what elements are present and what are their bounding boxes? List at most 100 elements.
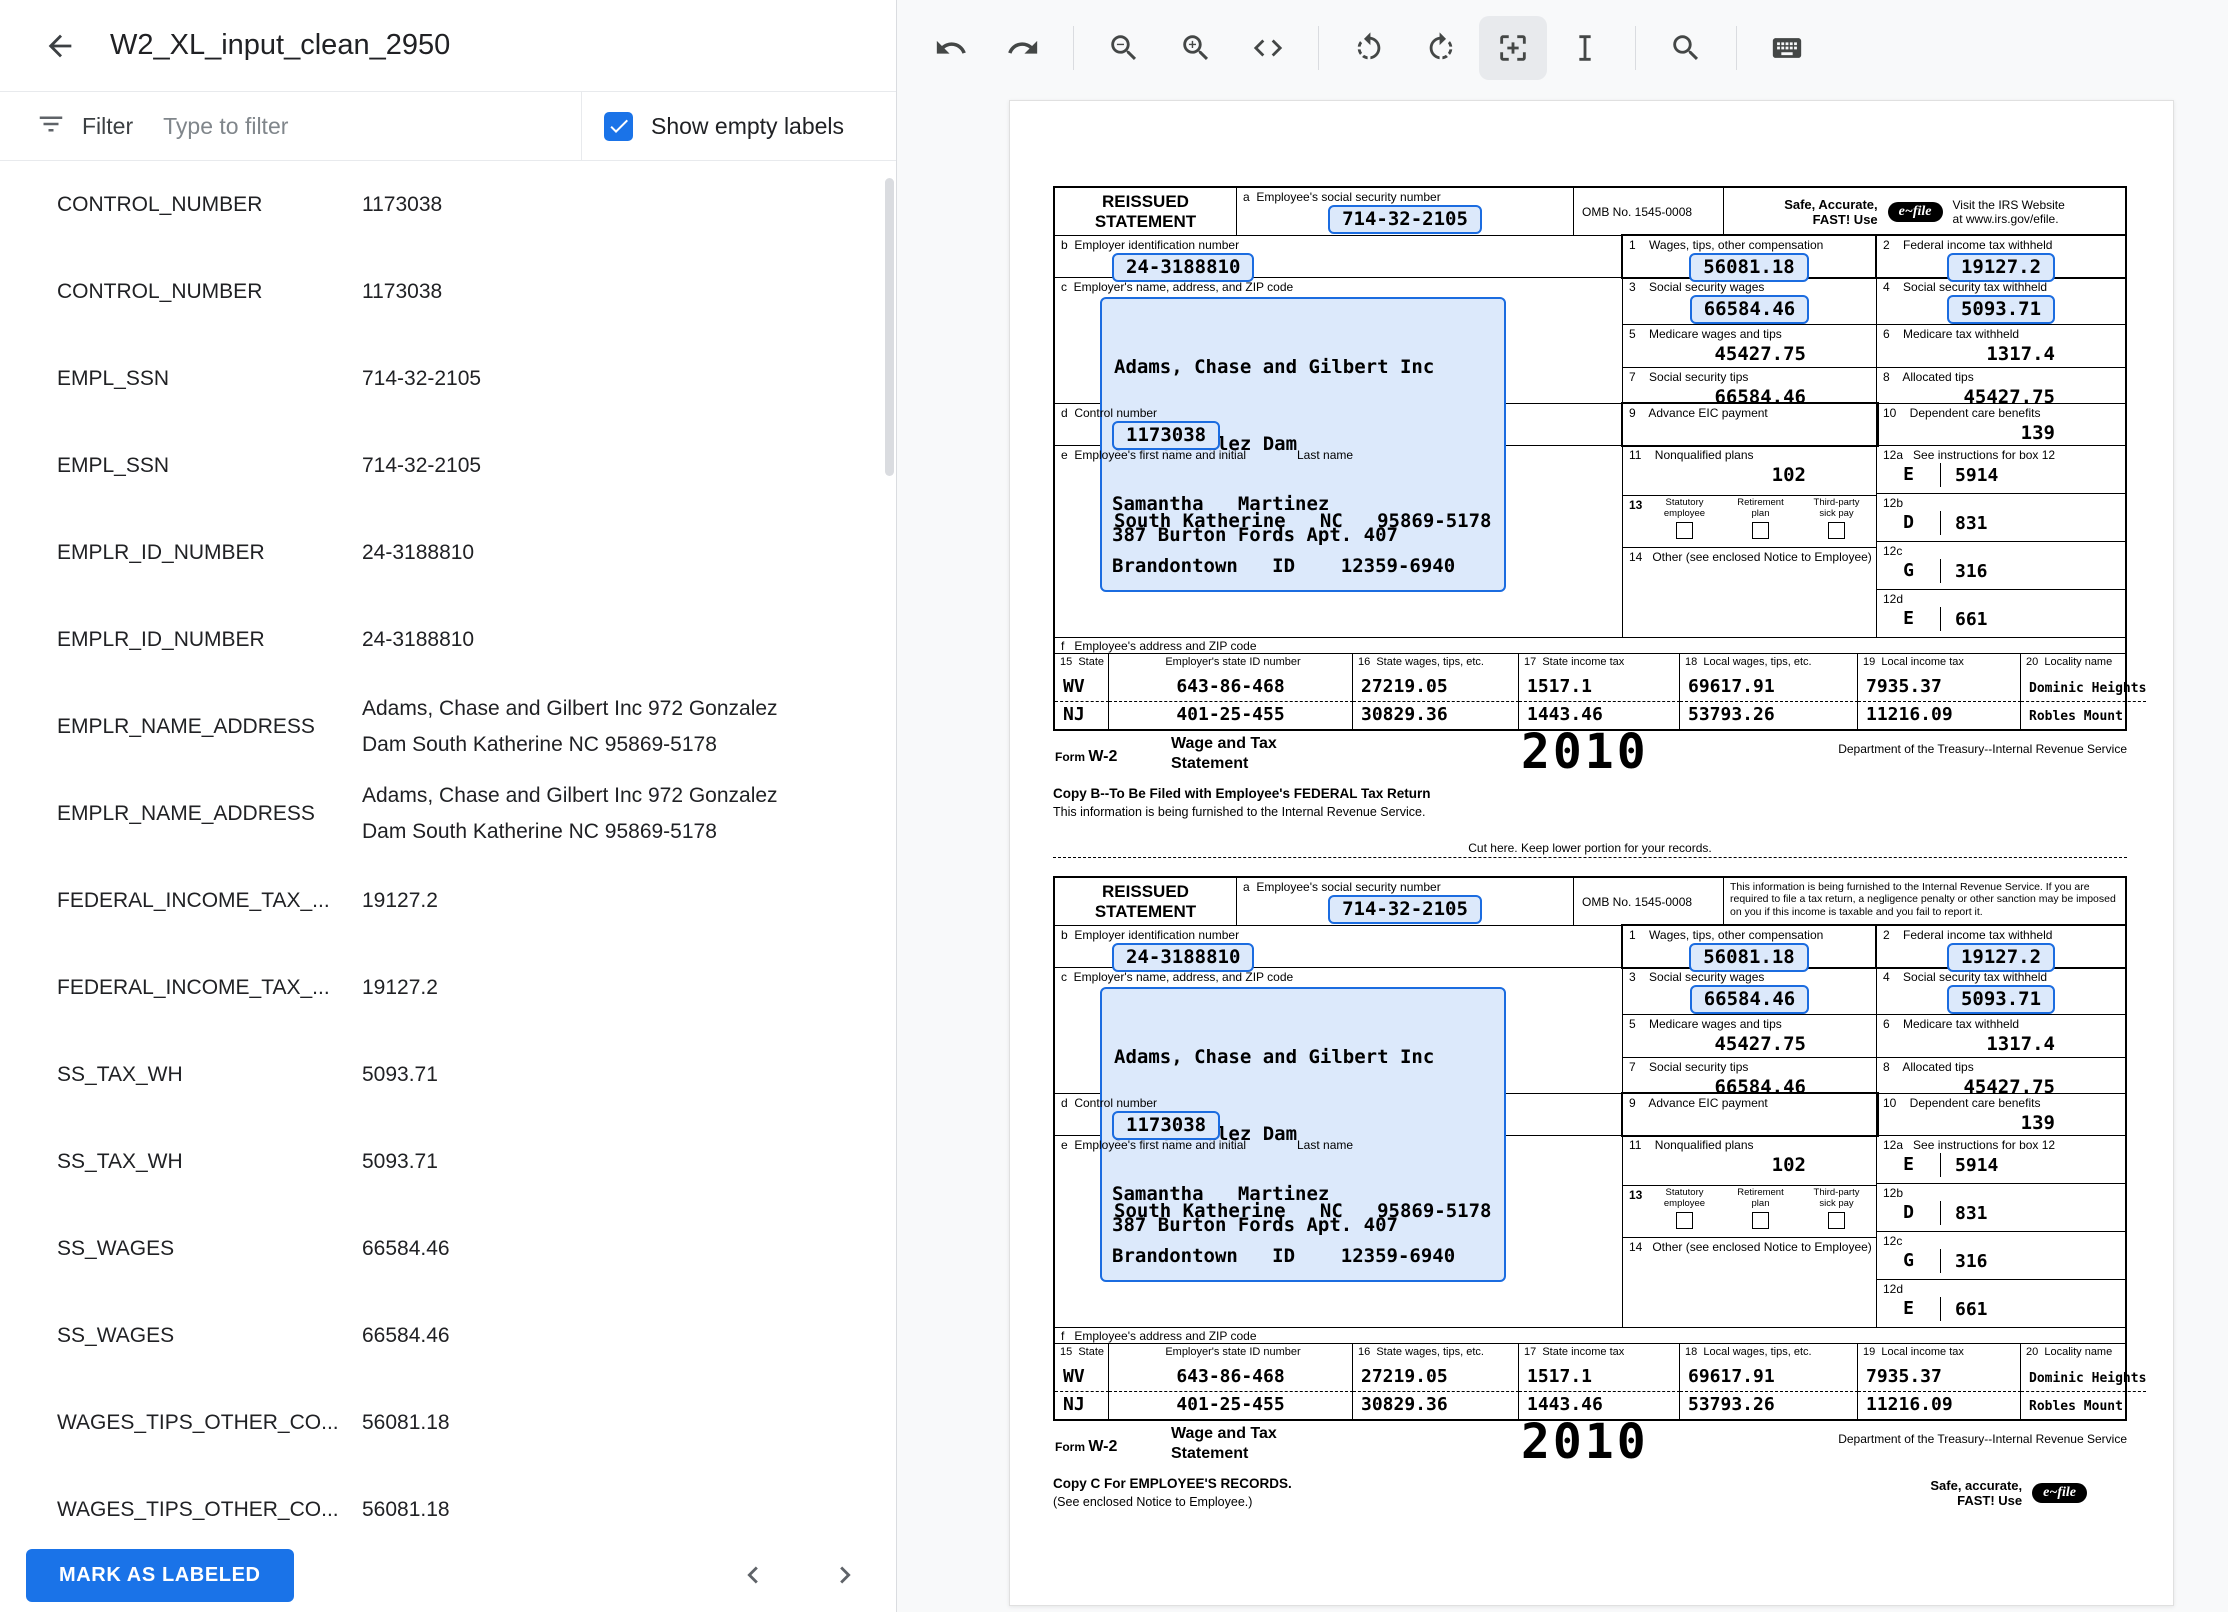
reissued-line1: REISSUED xyxy=(1102,191,1189,211)
annotation-wages-tips[interactable]: 56081.18 xyxy=(1689,943,1809,972)
third-party-sick-pay-label: Third-party sick pay xyxy=(1813,497,1860,519)
state-row1-wages: 27219.05 xyxy=(1353,674,1519,702)
form-title: Wage and Tax Statement xyxy=(1171,1424,1277,1464)
zoom-in-icon xyxy=(1183,34,1209,60)
undo-button[interactable] xyxy=(917,16,985,80)
box-6-label: 6 Medicare tax withheld xyxy=(1883,327,2020,341)
box-2-label: 2 Federal income tax withheld xyxy=(1883,928,2053,942)
col-17-header: 17 State income tax xyxy=(1519,654,1680,674)
mark-as-labeled-button[interactable]: MARK AS LABELED xyxy=(26,1548,294,1602)
annotation-empl-ssn[interactable]: 714-32-2105 xyxy=(1328,205,1482,234)
label-value: 5093.71 xyxy=(362,1062,438,1086)
redo-button[interactable] xyxy=(989,16,1057,80)
label-list-item[interactable]: SS_TAX_WH 5093.71 xyxy=(0,1118,896,1205)
code-icon xyxy=(1253,39,1283,56)
label-list-item[interactable]: FEDERAL_INCOME_TAX_... 19127.2 xyxy=(0,857,896,944)
rotate-left-button[interactable] xyxy=(1335,16,1403,80)
box-9-label: 9 Advance EIC payment xyxy=(1629,406,1768,420)
zoom-out-icon xyxy=(1111,34,1137,60)
box-5: 5 Medicare wages and tips 45427.75 xyxy=(1623,1015,1877,1057)
box-5-value: 45427.75 xyxy=(1714,1033,1806,1055)
panel-header: W2_XL_input_clean_2950 xyxy=(0,0,896,92)
col-20-header: 20 Locality name xyxy=(2026,656,2113,668)
label-value: Adams, Chase and Gilbert Inc 972 Gonzale… xyxy=(362,696,778,756)
show-empty-labels-checkbox[interactable] xyxy=(604,111,633,141)
box-10: 10 Dependent care benefits 139 xyxy=(1877,1094,2125,1135)
box-6-label: 6 Medicare tax withheld xyxy=(1883,1017,2020,1031)
label-value: 19127.2 xyxy=(362,888,438,912)
label-list-item[interactable]: EMPLR_ID_NUMBER 24-3188810 xyxy=(0,596,896,683)
box-8-label: 8 Allocated tips xyxy=(1883,1060,1974,1074)
box-c: c Employer's name, address, and ZIP code… xyxy=(1055,278,1623,592)
annotation-ss-wages[interactable]: 66584.46 xyxy=(1689,295,1810,324)
label-name: FEDERAL_INCOME_TAX_... xyxy=(57,975,330,999)
statutory-employee-checkbox xyxy=(1676,1212,1693,1229)
annotation-federal-income-tax[interactable]: 19127.2 xyxy=(1946,253,2056,282)
label-value: Adams, Chase and Gilbert Inc 972 Gonzale… xyxy=(362,783,778,843)
box-14: 14 Other (see enclosed Notice to Employe… xyxy=(1623,548,1876,637)
keyboard-shortcuts-button[interactable] xyxy=(1753,16,1821,80)
state-row2-id: 401-25-455 xyxy=(1109,702,1353,729)
label-list-item[interactable]: EMPLR_NAME_ADDRESS Adams, Chase and Gilb… xyxy=(0,770,896,857)
text-select-button[interactable] xyxy=(1551,16,1619,80)
box-12b-label: 12b xyxy=(1883,496,1904,510)
annotation-empl-ssn[interactable]: 714-32-2105 xyxy=(1328,895,1482,924)
form-word: Form xyxy=(1055,1440,1085,1454)
annotation-ss-tax-withheld[interactable]: 5093.71 xyxy=(1946,295,2056,324)
form-w2-label: Form W-2 xyxy=(1055,1438,1117,1456)
label-list-item[interactable]: EMPLR_ID_NUMBER 24-3188810 xyxy=(0,509,896,596)
boxes-12: 12a See instructions for box 12 E 5914 12… xyxy=(1877,1136,2125,1327)
box-e: e Employee's first name and initial Last… xyxy=(1055,446,1623,637)
previous-page-button[interactable] xyxy=(732,1554,774,1596)
filter-input[interactable] xyxy=(163,112,581,140)
document-page: REISSUED STATEMENT a Employee's social s… xyxy=(1009,100,2174,1606)
label-list-item[interactable]: SS_WAGES 66584.46 xyxy=(0,1292,896,1379)
scrollbar-thumb[interactable] xyxy=(885,178,894,476)
tax-year: 2010 xyxy=(1521,724,1649,780)
label-value: 5093.71 xyxy=(362,1149,438,1173)
omb-number: OMB No. 1545-0008 xyxy=(1574,188,1724,235)
label-list-item[interactable]: CONTROL_NUMBER 1173038 xyxy=(0,161,896,248)
back-button[interactable] xyxy=(36,22,84,70)
label-value: 19127.2 xyxy=(362,975,438,999)
box-10: 10 Dependent care benefits 139 xyxy=(1877,404,2125,445)
label-list-item[interactable]: CONTROL_NUMBER 1173038 xyxy=(0,248,896,335)
rotate-right-button[interactable] xyxy=(1407,16,1475,80)
col-16-header: 16 State wages, tips, etc. xyxy=(1353,1344,1519,1364)
keyboard-icon xyxy=(1772,37,1802,58)
next-page-button[interactable] xyxy=(824,1554,866,1596)
box-12c-code: G xyxy=(1877,559,1941,583)
label-list-item[interactable]: SS_TAX_WH 5093.71 xyxy=(0,1031,896,1118)
reissued-line2: STATEMENT xyxy=(1094,211,1197,231)
label-value: 1173038 xyxy=(362,192,443,216)
label-list-item[interactable]: SS_WAGES 66584.46 xyxy=(0,1205,896,1292)
col-state-id-header: Employer's state ID number xyxy=(1109,1344,1353,1364)
zoom-out-button[interactable] xyxy=(1090,16,1158,80)
col-16-header: 16 State wages, tips, etc. xyxy=(1353,654,1519,674)
annotation-wages-tips[interactable]: 56081.18 xyxy=(1689,253,1809,282)
box-12d: 12d E 661 xyxy=(1877,1280,2125,1327)
label-list-item[interactable]: EMPL_SSN 714-32-2105 xyxy=(0,422,896,509)
search-button[interactable] xyxy=(1652,16,1720,80)
state-row2-local-tax: 11216.09 xyxy=(1858,702,2021,729)
box-12c-label: 12c xyxy=(1883,544,1903,558)
box-6-value: 1317.4 xyxy=(1986,1033,2055,1055)
label-list-item[interactable]: EMPLR_NAME_ADDRESS Adams, Chase and Gilb… xyxy=(0,683,896,770)
add-annotation-button[interactable] xyxy=(1479,15,1547,80)
label-list-item[interactable]: FEDERAL_INCOME_TAX_... 19127.2 xyxy=(0,944,896,1031)
annotation-ss-tax-withheld[interactable]: 5093.71 xyxy=(1946,985,2056,1014)
reissued-line1: REISSUED xyxy=(1102,881,1189,901)
box-12c-label: 12c xyxy=(1883,1234,1903,1248)
label-list-item[interactable]: WAGES_TIPS_OTHER_CO... 56081.18 xyxy=(0,1379,896,1466)
third-party-sick-pay-label: Third-party sick pay xyxy=(1813,1187,1860,1209)
annotation-ss-wages[interactable]: 66584.46 xyxy=(1689,985,1810,1014)
label-value: 714-32-2105 xyxy=(362,366,482,390)
label-list-item[interactable]: EMPL_SSN 714-32-2105 xyxy=(0,335,896,422)
efile-slogan-line2: FAST! Use xyxy=(1812,211,1878,227)
box-c-label: c Employer's name, address, and ZIP code xyxy=(1061,970,1294,984)
fit-code-button[interactable] xyxy=(1234,16,1302,80)
box-14-label: 14 Other (see enclosed Notice to Employe… xyxy=(1629,550,1872,564)
annotation-federal-income-tax[interactable]: 19127.2 xyxy=(1946,943,2056,972)
zoom-in-button[interactable] xyxy=(1162,16,1230,80)
box-b: b Employer identification number 24-3188… xyxy=(1055,926,1623,972)
